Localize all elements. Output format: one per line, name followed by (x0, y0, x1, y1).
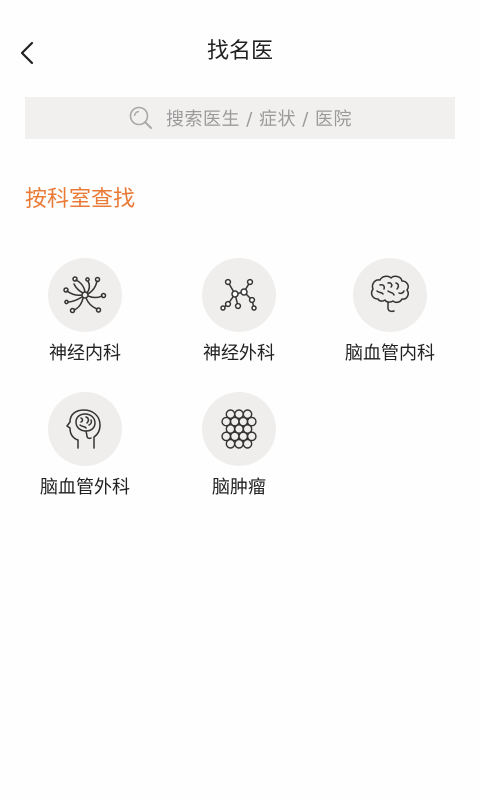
department-item-neurosurgery[interactable]: 神经外科 (164, 258, 314, 366)
department-label: 脑肿瘤 (212, 477, 266, 498)
department-icon-circle (48, 258, 122, 332)
department-item-cerebrovascular-medicine[interactable]: 脑血管内科 (315, 258, 465, 366)
search-icon (128, 105, 154, 131)
department-label: 神经内科 (49, 343, 121, 364)
department-label: 脑血管内科 (345, 343, 435, 364)
hexagon-cluster-icon (221, 409, 257, 449)
department-icon-circle (202, 258, 276, 332)
department-label: 神经外科 (203, 343, 275, 364)
department-item-cerebrovascular-surgery[interactable]: 脑血管外科 (10, 392, 160, 500)
department-item-neurology[interactable]: 神经内科 (10, 258, 160, 366)
department-icon-circle (202, 392, 276, 466)
department-icon-circle (48, 392, 122, 466)
department-label: 脑血管外科 (40, 477, 130, 498)
neuron-icon (63, 276, 107, 314)
header: 找名医 (0, 0, 480, 100)
search-placeholder: 搜索医生 / 症状 / 医院 (165, 109, 352, 130)
head-brain-icon (66, 409, 101, 449)
search-bar[interactable]: 搜索医生 / 症状 / 医院 (25, 97, 455, 139)
department-icon-circle (353, 258, 427, 332)
department-item-brain-tumor[interactable]: 脑肿瘤 (164, 392, 314, 500)
page-title: 找名医 (206, 39, 273, 64)
network-nodes-icon (220, 278, 257, 311)
section-title: 按科室查找 (25, 187, 136, 212)
brain-icon (370, 275, 409, 313)
